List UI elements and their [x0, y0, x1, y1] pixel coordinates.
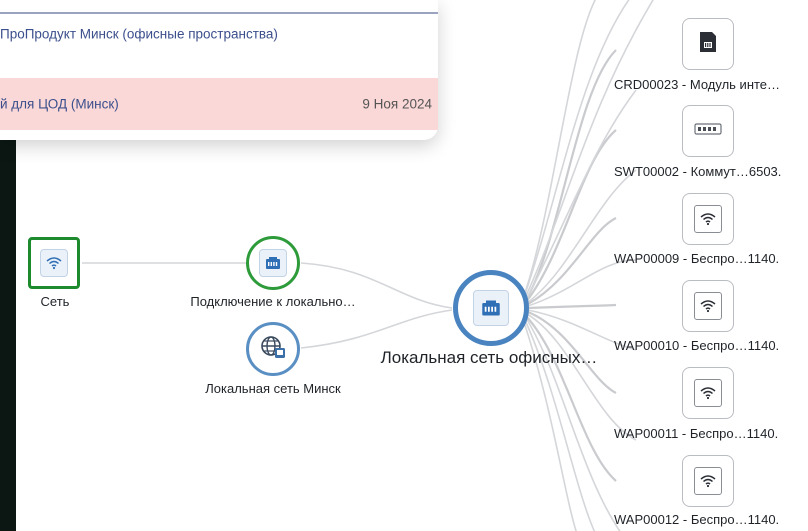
edge-office-fan	[527, 259, 637, 307]
wifi-icon	[694, 292, 722, 320]
card-module-icon	[696, 30, 720, 59]
device-node-swt00002[interactable]	[682, 105, 734, 157]
wifi-icon	[694, 467, 722, 495]
wifi-icon	[40, 249, 68, 277]
globe-icon	[260, 335, 286, 364]
edge-minsk-to-office	[300, 309, 453, 349]
list-item-date: 9 Ноя 2024	[362, 96, 432, 112]
lan-connection-node-label: Подключение к локально…	[190, 294, 356, 309]
lan-minsk-node[interactable]	[246, 322, 300, 376]
lan-office-node-label: Локальная сеть офисных…	[380, 348, 598, 367]
device-node-label: WAP00010 - Беспро…1140.	[614, 338, 780, 353]
related-items-panel: ПроПродукт Минск (офисные пространства) …	[0, 0, 438, 140]
network-node-label: Сеть	[40, 294, 70, 309]
list-item[interactable]: ПроПродукт Минск (офисные пространства)	[0, 8, 438, 60]
lan-connection-node[interactable]	[246, 236, 300, 290]
list-item-title[interactable]: ПроПродукт Минск (офисные пространства)	[0, 27, 278, 42]
device-node-label: SWT00002 - Коммут…6503.	[614, 164, 782, 179]
device-node-wap00011[interactable]	[682, 367, 734, 419]
device-node-wap00009[interactable]	[682, 193, 734, 245]
ethernet-icon	[473, 290, 509, 326]
wifi-icon	[694, 205, 722, 233]
edge-office-to-swt	[525, 129, 617, 303]
ethernet-icon	[259, 249, 287, 277]
edge-office-to-wap10	[527, 303, 617, 310]
lan-minsk-node-label: Локальная сеть Минск	[205, 381, 341, 396]
edge-office-fan	[523, 0, 597, 297]
list-item-highlighted[interactable]: й для ЦОД (Минск) 9 Ноя 2024	[0, 78, 438, 130]
device-node-label: WAP00011 - Беспро…1140.	[614, 426, 779, 441]
device-node-label: WAP00012 - Беспро…1140.	[614, 512, 780, 527]
list-item-title[interactable]: й для ЦОД (Минск)	[0, 97, 119, 112]
switch-icon	[694, 122, 722, 140]
device-node-crd00023[interactable]	[682, 18, 734, 70]
device-node-wap00012[interactable]	[682, 455, 734, 507]
wifi-icon	[694, 379, 722, 407]
device-node-label: WAP00009 - Беспро…1140.	[614, 251, 780, 266]
device-node-wap00010[interactable]	[682, 280, 734, 332]
network-node[interactable]	[28, 237, 80, 289]
edge-office-to-wap12	[525, 315, 617, 482]
lan-office-node[interactable]	[453, 270, 529, 346]
device-node-label: CRD00023 - Модуль инте…	[614, 77, 781, 92]
